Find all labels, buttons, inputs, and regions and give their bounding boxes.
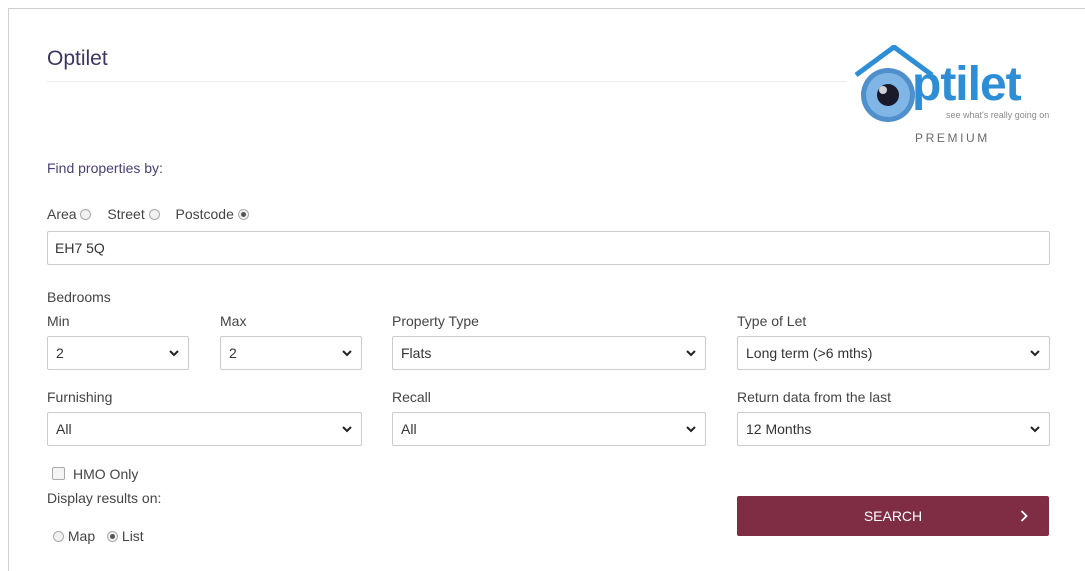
return-data-label: Return data from the last [737,389,892,405]
display-results-label: Display results on: [47,490,162,506]
hmo-only-label: HMO Only [73,466,139,482]
display-results-radio-group: Map List [53,528,156,544]
type-of-let-value: Long term (>6 mths) [746,345,873,361]
logo-premium-label: PREMIUM [915,131,990,145]
page-title: Optilet [47,47,108,70]
search-type-radio-group: Area Street Postcode [47,206,261,222]
radio-street-indicator[interactable] [148,209,160,220]
optilet-logo: ptilet see what's really going on PREMIU… [850,45,1050,150]
return-data-value: 12 Months [746,421,812,437]
radio-map[interactable]: Map [53,528,95,544]
min-label: Min [47,313,70,329]
radio-area[interactable]: Area [47,206,92,222]
chevron-down-icon [1030,350,1040,357]
recall-value: All [401,421,417,437]
chevron-down-icon [686,426,696,433]
return-data-select[interactable]: 12 Months [737,412,1050,446]
furnishing-value: All [56,421,72,437]
chevron-down-icon [342,350,352,357]
chevron-down-icon [169,350,179,357]
max-bedrooms-select[interactable]: 2 [220,336,362,370]
radio-list-indicator[interactable] [107,531,119,542]
chevron-down-icon [686,350,696,357]
property-type-value: Flats [401,345,432,361]
radio-street[interactable]: Street [107,206,160,222]
chevron-down-icon [1030,426,1040,433]
radio-postcode-indicator[interactable] [237,209,249,220]
logo-tagline: see what's really going on [946,110,1050,120]
min-bedrooms-value: 2 [56,345,64,361]
chevron-right-icon [1020,510,1028,522]
furnishing-select[interactable]: All [47,412,362,446]
radio-area-indicator[interactable] [80,209,92,220]
property-type-select[interactable]: Flats [392,336,706,370]
logo-wordmark: ptilet [912,58,1022,111]
max-bedrooms-value: 2 [229,345,237,361]
max-label: Max [220,313,247,329]
type-of-let-select[interactable]: Long term (>6 mths) [737,336,1050,370]
chevron-down-icon [342,426,352,433]
type-of-let-label: Type of Let [737,313,807,329]
search-button-label: SEARCH [863,508,923,524]
recall-label: Recall [392,389,431,405]
radio-map-indicator[interactable] [53,531,64,542]
postcode-input[interactable] [47,231,1050,265]
title-divider [47,81,847,82]
radio-postcode[interactable]: Postcode [176,206,249,222]
hmo-only-checkbox[interactable] [52,467,65,480]
min-bedrooms-select[interactable]: 2 [47,336,189,370]
furnishing-label: Furnishing [47,389,113,405]
search-button[interactable]: SEARCH [737,496,1049,536]
bedrooms-label: Bedrooms [47,289,111,305]
radio-list[interactable]: List [107,528,144,544]
recall-select[interactable]: All [392,412,706,446]
property-type-label: Property Type [392,313,479,329]
find-properties-heading: Find properties by: [47,160,163,176]
